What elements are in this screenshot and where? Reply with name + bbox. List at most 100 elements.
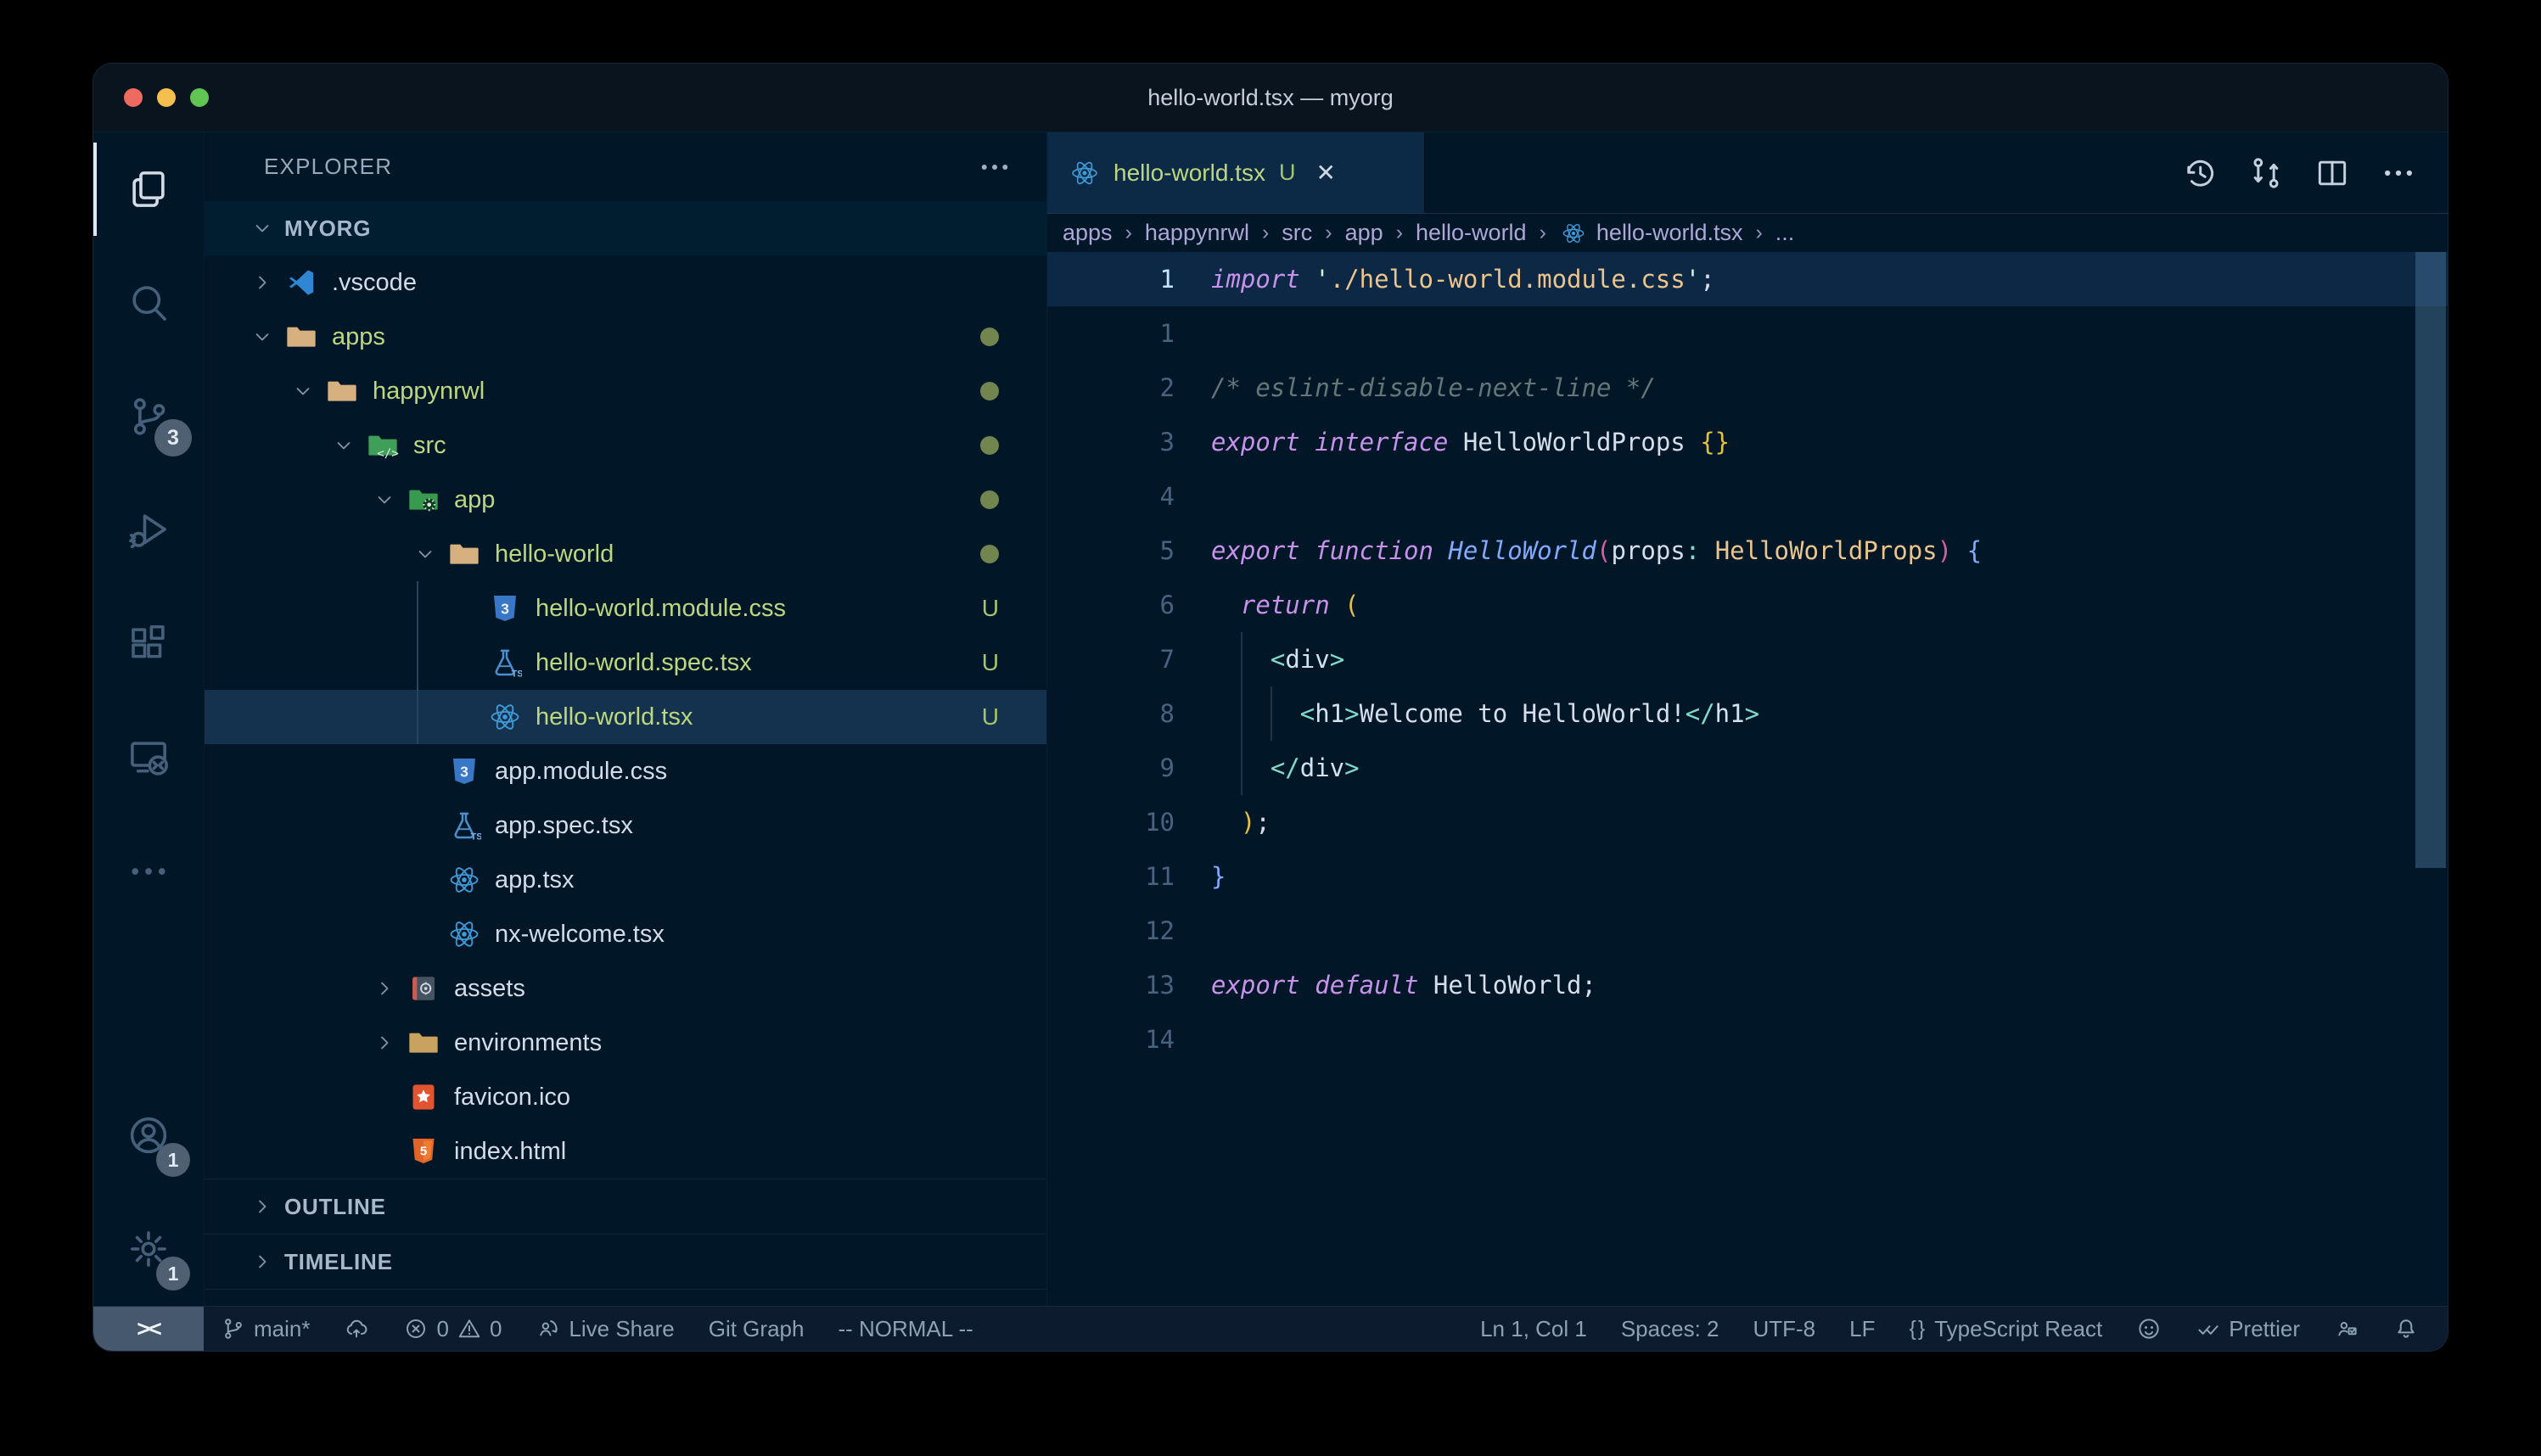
tab-hello-world-tsx[interactable]: hello-world.tsx U ✕ [1047, 132, 1425, 213]
activity-more-views[interactable] [93, 815, 204, 928]
split-editor-button[interactable] [2314, 154, 2351, 192]
more-actions-button[interactable] [2380, 154, 2417, 192]
status-text: Git Graph [709, 1316, 805, 1342]
status-git-graph[interactable]: Git Graph [692, 1307, 822, 1351]
activity-explorer[interactable] [93, 132, 204, 246]
line-number: 9 [1047, 741, 1175, 795]
code-text: </div> [1175, 741, 2448, 795]
tree-item-.vscode[interactable]: .vscode [205, 255, 1046, 310]
activity-search[interactable] [93, 246, 204, 360]
outline-section[interactable]: OUTLINE [205, 1179, 1046, 1234]
status-octoface[interactable] [2119, 1307, 2179, 1351]
tree-item-environments[interactable]: environments [205, 1016, 1046, 1070]
folder-icon [284, 320, 318, 354]
breadcrumb-item[interactable]: hello-world.tsx [1595, 220, 1745, 246]
activity-settings[interactable]: 1 [93, 1192, 204, 1306]
activity-run-and-debug[interactable] [93, 473, 204, 587]
code-line: 13export default HelloWorld; [1047, 958, 2448, 1012]
status-feedback[interactable] [2317, 1307, 2376, 1351]
file-label: app [454, 486, 495, 514]
open-timeline-button[interactable] [2181, 154, 2218, 192]
status-notifications[interactable] [2376, 1307, 2436, 1351]
feedback-icon [2334, 1316, 2359, 1341]
activity-remote-explorer[interactable] [93, 701, 204, 815]
breadcrumb-item[interactable]: happynrwl [1143, 220, 1251, 246]
activity-bar: 3 11 [93, 132, 205, 1306]
status-text: Ln 1, Col 1 [1480, 1316, 1587, 1342]
ellipsis-icon [126, 848, 171, 894]
activity-extensions[interactable] [93, 587, 204, 701]
chevron-down-icon [403, 542, 447, 566]
chevron-right-icon [362, 977, 407, 1000]
file-label: favicon.ico [454, 1084, 570, 1112]
breadcrumb-item[interactable]: apps [1061, 220, 1114, 246]
folder-src-icon: </> [366, 428, 400, 462]
tree-item-happynrwl[interactable]: happynrwl [205, 364, 1046, 418]
status-git-branch[interactable]: main* [204, 1307, 327, 1351]
cloud-icon [344, 1316, 369, 1341]
chevron-down-icon [240, 216, 284, 240]
status-prettier[interactable]: Prettier [2179, 1307, 2317, 1351]
status-text: Prettier [2229, 1316, 2300, 1342]
file-label: apps [332, 323, 385, 351]
tree-item-nx-welcome.tsx[interactable]: nx-welcome.tsx [205, 907, 1046, 961]
open-changes-button[interactable] [2247, 154, 2285, 192]
tree-item-src[interactable]: </>src [205, 418, 1046, 473]
line-number: 11 [1047, 849, 1175, 904]
tree-item-favicon.ico[interactable]: favicon.ico [205, 1070, 1046, 1124]
close-tab-button[interactable]: ✕ [1315, 159, 1335, 187]
code-text [1175, 904, 2448, 958]
explorer-actions-button[interactable] [977, 149, 1012, 185]
breadcrumb-item[interactable]: ... [1774, 220, 1797, 246]
braces-icon: {} [1910, 1317, 1927, 1341]
tree-item-app.tsx[interactable]: app.tsx [205, 853, 1046, 907]
status-text: Spaces: 2 [1621, 1316, 1719, 1342]
chevron-down-icon [240, 325, 284, 349]
timeline-section[interactable]: TIMELINE [205, 1234, 1046, 1290]
code-text [1175, 306, 2448, 361]
status-eol[interactable]: LF [1832, 1307, 1892, 1351]
tree-item-hello-world.tsx[interactable]: hello-world.tsxU [205, 690, 1046, 744]
svg-text:3: 3 [460, 763, 468, 780]
status-vim-mode[interactable]: -- NORMAL -- [821, 1307, 990, 1351]
breadcrumb-item[interactable]: hello-world [1414, 220, 1529, 246]
tree-item-hello-world.module.css[interactable]: 3hello-world.module.cssU [205, 581, 1046, 636]
scrollbar[interactable] [2415, 252, 2446, 868]
status-problems[interactable]: 00 [386, 1307, 519, 1351]
tree-item-index.html[interactable]: 5index.html [205, 1124, 1046, 1179]
breadcrumb-item[interactable]: app [1343, 220, 1385, 246]
css-icon: 3 [447, 754, 481, 788]
folder-env-icon [407, 1026, 440, 1060]
breadcrumb-item[interactable]: src [1280, 220, 1314, 246]
react-icon [447, 917, 481, 951]
code-line: 1import './hello-world.module.css'; [1047, 252, 2448, 306]
breadcrumb-separator: › [1755, 221, 1762, 245]
git-modified-dot [980, 382, 999, 400]
tree-item-app[interactable]: app [205, 473, 1046, 527]
git-untracked-badge: U [982, 703, 999, 731]
svg-text:5: 5 [420, 1145, 427, 1159]
status-remote-indicator[interactable]: >< [93, 1307, 204, 1351]
tree-root-myorg[interactable]: MYORG [205, 201, 1046, 255]
branch-icon [221, 1316, 246, 1341]
tree-item-hello-world[interactable]: hello-world [205, 527, 1046, 581]
status-language-mode[interactable]: {}TypeScript React [1893, 1307, 2120, 1351]
tree-item-hello-world.spec.tsx[interactable]: TShello-world.spec.tsxU [205, 636, 1046, 690]
tree-item-assets[interactable]: assets [205, 961, 1046, 1016]
remote-icon [126, 735, 171, 781]
breadcrumbs: apps›happynrwl›src›app›hello-world›hello… [1047, 214, 2448, 252]
status-indentation[interactable]: Spaces: 2 [1604, 1307, 1736, 1351]
tree-item-app.module.css[interactable]: 3app.module.css [205, 744, 1046, 798]
status-sync-changes[interactable] [327, 1307, 386, 1351]
status-live-share[interactable]: Live Share [519, 1307, 691, 1351]
activity-source-control[interactable]: 3 [93, 360, 204, 473]
status-cursor-position[interactable]: Ln 1, Col 1 [1463, 1307, 1604, 1351]
line-number: 2 [1047, 361, 1175, 415]
code-editor[interactable]: 1import './hello-world.module.css';12/* … [1047, 252, 2448, 1306]
status-encoding[interactable]: UTF-8 [1736, 1307, 1832, 1351]
activity-accounts[interactable]: 1 [93, 1078, 204, 1192]
line-number: 6 [1047, 578, 1175, 632]
tree-item-app.spec.tsx[interactable]: TSapp.spec.tsx [205, 798, 1046, 853]
chevron-down-icon [322, 434, 366, 457]
tree-item-apps[interactable]: apps [205, 310, 1046, 364]
